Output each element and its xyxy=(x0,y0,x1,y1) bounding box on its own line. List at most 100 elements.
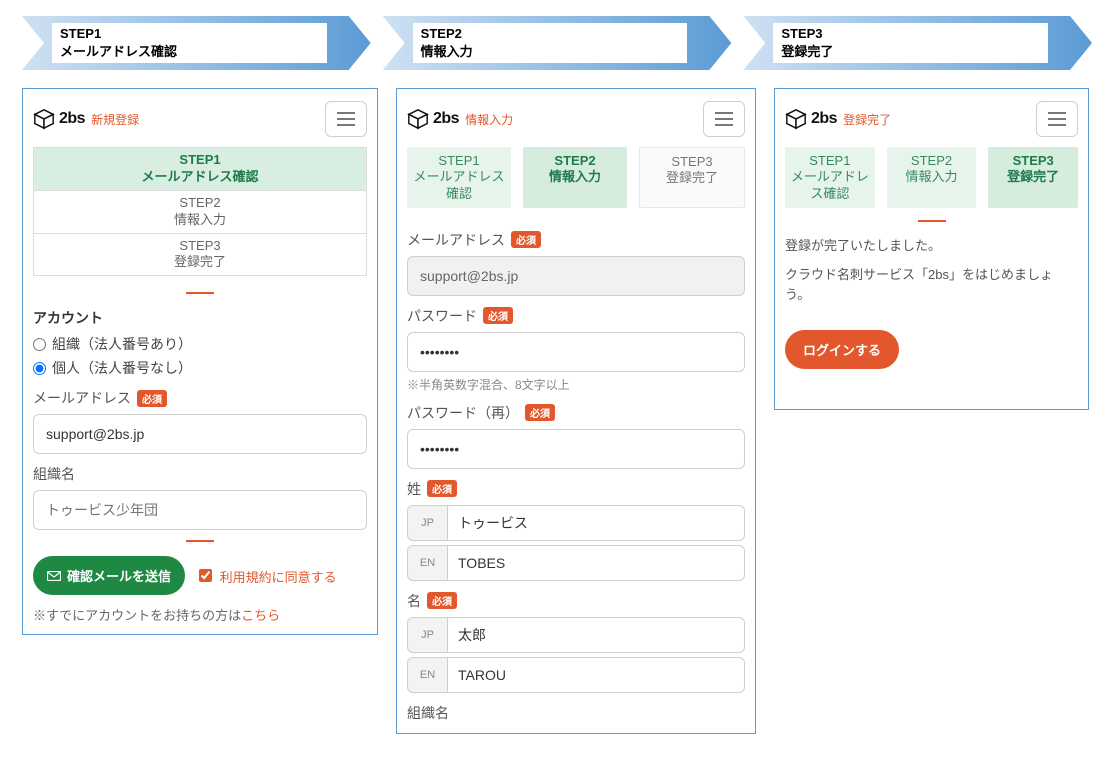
completion-message-1: 登録が完了いたしました。 xyxy=(785,236,1078,257)
password-label-text: パスワード xyxy=(407,306,477,326)
required-badge: 必須 xyxy=(511,231,541,248)
divider xyxy=(186,292,214,294)
org-input[interactable] xyxy=(33,490,367,530)
logo-text: 2bs xyxy=(59,110,85,127)
firstname-label-text: 名 xyxy=(407,591,421,611)
header-step-1-title: STEP1 xyxy=(60,25,319,43)
email-label: メールアドレス 必須 xyxy=(33,388,367,408)
pill2-l1: STEP2 xyxy=(527,153,623,169)
password-hint: ※半角英数字混合、8文字以上 xyxy=(407,376,745,393)
completion-message-2: クラウド名刺サービス「2bs」をはじめましょう。 xyxy=(785,265,1078,307)
radio-organization-input[interactable] xyxy=(33,338,46,351)
step-headers: STEP1 メールアドレス確認 STEP2 情報入力 STEP3 登録完了 xyxy=(22,16,1092,70)
step1-line1: STEP1 xyxy=(34,152,366,169)
pill1-l1: STEP1 xyxy=(411,153,507,169)
agree-label-text: 利用規約に同意する xyxy=(220,570,337,585)
pill-step2: STEP2 情報入力 xyxy=(887,147,977,208)
prefix-jp: JP xyxy=(407,617,447,653)
step2-line1: STEP2 xyxy=(34,195,366,212)
logo: 2bs xyxy=(785,108,837,130)
cube-icon xyxy=(33,108,55,130)
password2-input[interactable] xyxy=(407,429,745,469)
app-header: 2bs 登録完了 xyxy=(785,99,1078,147)
step-indicator-pills: STEP1 メールアドレス確認 STEP2 情報入力 STEP3 登録完了 xyxy=(407,147,745,208)
login-button-label: ログインする xyxy=(803,340,881,359)
required-badge: 必須 xyxy=(483,307,513,324)
app-header: 2bs 新規登録 xyxy=(33,99,367,147)
orgname-cut-text: 組織名 xyxy=(407,703,449,723)
firstname-en-input[interactable] xyxy=(447,657,745,693)
header-step-3-title: STEP3 xyxy=(781,25,1040,43)
agree-checkbox[interactable] xyxy=(199,569,212,582)
pill-step1: STEP1 メールアドレス確認 xyxy=(785,147,875,208)
breadcrumb: 新規登録 xyxy=(91,111,139,128)
orgname-cut-label: 組織名 xyxy=(407,703,745,723)
existing-link[interactable]: こちら xyxy=(241,608,280,623)
panel-step1: 2bs 新規登録 STEP1 メールアドレス確認 STEP2 情報入力 STEP… xyxy=(22,88,378,635)
app-header: 2bs 情報入力 xyxy=(407,99,745,147)
pill3-l1: STEP3 xyxy=(644,154,740,170)
login-button[interactable]: ログインする xyxy=(785,330,899,369)
cube-icon xyxy=(785,108,807,130)
hamburger-icon xyxy=(337,118,355,120)
pill3-l2: 登録完了 xyxy=(992,169,1074,185)
pill1-l2: メールアドレス確認 xyxy=(411,169,507,202)
lastname-jp-input[interactable] xyxy=(447,505,745,541)
radio-individual[interactable]: 個人（法人番号なし） xyxy=(33,358,367,378)
account-section-title: アカウント xyxy=(33,308,367,328)
pill2-l2: 情報入力 xyxy=(527,169,623,185)
pill-step3: STEP3 登録完了 xyxy=(639,147,745,208)
required-badge: 必須 xyxy=(137,390,167,407)
pill-step1: STEP1 メールアドレス確認 xyxy=(407,147,511,208)
org-label: 組織名 xyxy=(33,464,367,484)
password-label: パスワード 必須 xyxy=(407,306,745,326)
email-input[interactable] xyxy=(33,414,367,454)
radio-individual-label: 個人（法人番号なし） xyxy=(52,358,192,378)
firstname-jp-input[interactable] xyxy=(447,617,745,653)
password2-label: パスワード（再） 必須 xyxy=(407,403,745,423)
send-confirmation-button[interactable]: 確認メールを送信 xyxy=(33,556,185,595)
required-badge: 必須 xyxy=(427,480,457,497)
pill1-l2: メールアドレス確認 xyxy=(789,169,871,202)
radio-organization[interactable]: 組織（法人番号あり） xyxy=(33,334,367,354)
hamburger-icon xyxy=(715,118,733,120)
logo: 2bs xyxy=(33,108,85,130)
pill1-l1: STEP1 xyxy=(789,153,871,169)
divider xyxy=(918,220,946,222)
existing-prefix: ※すでにアカウントをお持ちの方は xyxy=(33,608,241,623)
header-step-2-sub: 情報入力 xyxy=(421,43,680,61)
agree-terms[interactable]: 利用規約に同意する xyxy=(195,566,337,586)
lastname-en-input[interactable] xyxy=(447,545,745,581)
cube-icon xyxy=(407,108,429,130)
pill-step2: STEP2 情報入力 xyxy=(523,147,627,208)
pill2-l1: STEP2 xyxy=(891,153,973,169)
org-label-text: 組織名 xyxy=(33,464,75,484)
email-label-text: メールアドレス xyxy=(33,388,131,408)
envelope-icon xyxy=(47,571,61,581)
send-confirmation-label: 確認メールを送信 xyxy=(67,566,171,585)
logo-text: 2bs xyxy=(433,110,459,128)
panel-step3: 2bs 登録完了 STEP1 メールアドレス確認 STEP2 情報入力 STEP… xyxy=(774,88,1089,410)
header-step-1: STEP1 メールアドレス確認 xyxy=(22,16,371,70)
pill3-l1: STEP3 xyxy=(992,153,1074,169)
header-step-3-sub: 登録完了 xyxy=(781,43,1040,61)
radio-organization-label: 組織（法人番号あり） xyxy=(52,334,192,354)
menu-button[interactable] xyxy=(325,101,367,137)
menu-button[interactable] xyxy=(1036,101,1078,137)
prefix-en: EN xyxy=(407,657,447,693)
breadcrumb: 情報入力 xyxy=(465,111,513,128)
step-indicator-3: STEP3 登録完了 xyxy=(34,234,366,276)
lastname-label: 姓 必須 xyxy=(407,479,745,499)
menu-button[interactable] xyxy=(703,101,745,137)
password-input[interactable] xyxy=(407,332,745,372)
email-input-readonly xyxy=(407,256,745,296)
step-indicator-pills: STEP1 メールアドレス確認 STEP2 情報入力 STEP3 登録完了 xyxy=(785,147,1078,208)
radio-individual-input[interactable] xyxy=(33,362,46,375)
required-badge: 必須 xyxy=(427,592,457,609)
step2-line2: 情報入力 xyxy=(34,212,366,229)
header-step-3: STEP3 登録完了 xyxy=(743,16,1092,70)
hamburger-icon xyxy=(1048,118,1066,120)
step-indicator-2: STEP2 情報入力 xyxy=(34,191,366,234)
header-step-2-title: STEP2 xyxy=(421,25,680,43)
panel-step2: 2bs 情報入力 STEP1 メールアドレス確認 STEP2 情報入力 STEP… xyxy=(396,88,756,734)
